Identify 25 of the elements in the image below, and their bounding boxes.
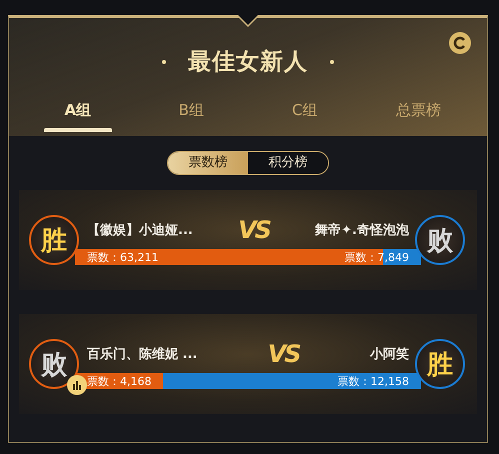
ranking-toggle[interactable]: 积分榜 [248,152,328,174]
result-label: 败 [427,224,453,258]
vote-count: 票数：63,211 [87,250,158,264]
group-tab[interactable]: C组 [248,97,362,132]
group-tab[interactable]: B组 [134,97,248,132]
result-label: 胜 [427,348,453,382]
result-label: 胜 [41,224,67,258]
contestant-name: 舞帝✦.奇怪泡泡 [315,222,409,239]
contestant-name: 百乐门、陈维妮 ... [87,346,198,363]
group-tab[interactable]: 总票榜 [362,97,475,132]
ranking-toggle[interactable]: 票数榜 [168,152,248,174]
vote-count: 票数：12,158 [338,374,409,388]
vote-count: 票数：4,168 [87,374,152,388]
bar-chart-icon[interactable] [67,375,87,395]
page-title: 最佳女新人 [188,48,308,77]
vs-logo: VS [238,216,270,244]
avatar[interactable]: 败 [29,339,79,389]
avatar[interactable]: 胜 [415,339,465,389]
vs-logo: VS [268,340,300,368]
avatar[interactable]: 胜 [29,215,79,265]
group-tab[interactable]: A组 [21,97,134,132]
contestant-name: 小阿笑 [370,346,409,363]
avatar[interactable]: 败 [415,215,465,265]
result-label: 败 [41,348,67,382]
contestant-name: 【徽娱】小迪娅... [87,222,193,239]
